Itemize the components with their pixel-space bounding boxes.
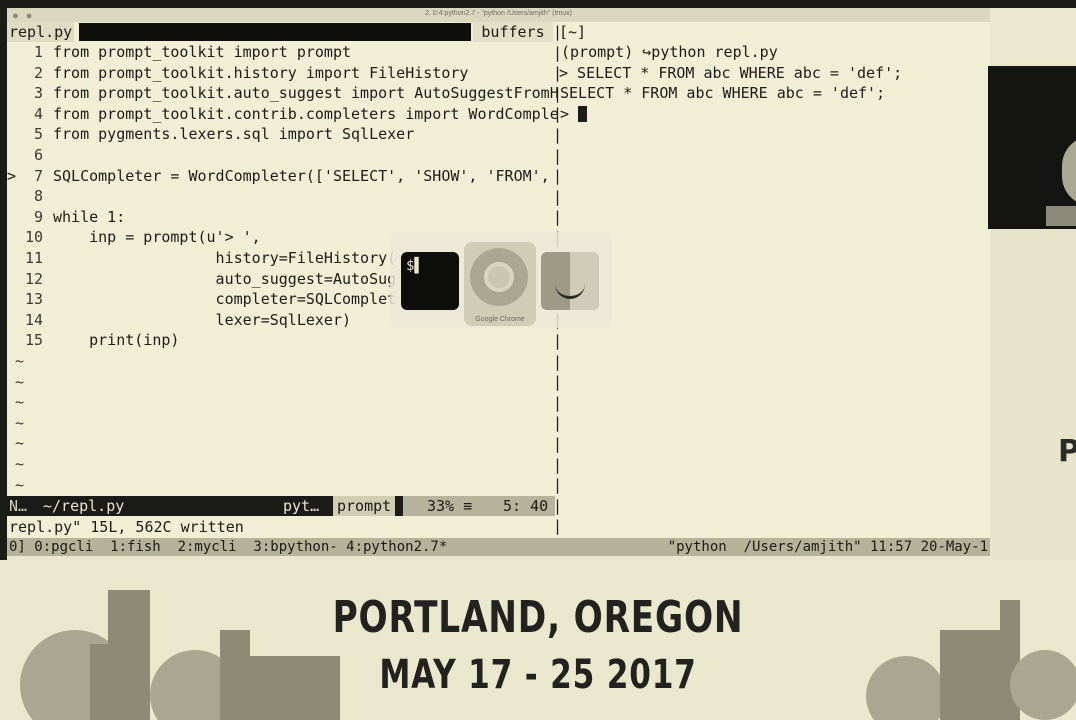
editor-command-line: repl.py" 15L, 562C written	[9, 518, 244, 536]
shell-prompt-text: >	[560, 105, 579, 123]
chrome-center-icon	[484, 262, 514, 292]
separator-glyph: |	[553, 373, 563, 392]
empty-line-tilde: ~	[15, 455, 25, 473]
conference-logo-letter: P	[1058, 434, 1076, 469]
shell-header: [~]	[559, 23, 587, 41]
screen-left-border	[0, 0, 7, 560]
terminal-app-icon[interactable]: $▌	[401, 252, 459, 310]
speaker-video-inset	[988, 66, 1076, 229]
status-cursor-position: 5: 40	[503, 497, 549, 515]
code-line[interactable]: print(inp)	[53, 330, 179, 350]
separator-glyph: |	[553, 146, 563, 165]
tmux-status-right: "python /Users/amjith" 11:57 20-May-1	[667, 539, 988, 555]
line-number: 5	[33, 125, 43, 144]
empty-line-tilde: ~	[15, 372, 25, 391]
separator-glyph: |	[553, 414, 563, 433]
tree-shape	[1010, 650, 1076, 720]
status-percent: 33% ≡	[427, 497, 473, 515]
separator-glyph: |	[553, 517, 563, 536]
tmux-window-list[interactable]: 0] 0:pgcli 1:fish 2:mycli 3:bpython- 4:p…	[9, 538, 447, 556]
shell-output-line: SELECT * FROM abc WHERE abc = 'def';	[560, 84, 886, 102]
separator-glyph: |	[553, 476, 563, 495]
status-filetype: pyt…	[283, 497, 320, 515]
code-line[interactable]: history=FileHistory(	[53, 248, 397, 268]
line-number: 13	[24, 290, 43, 309]
status-function: prompt	[333, 496, 396, 516]
tmux-statusbar: 0] 0:pgcli 1:fish 2:mycli 3:bpython- 4:p…	[7, 538, 990, 556]
speaker-desk	[1046, 206, 1076, 226]
empty-line-tilde: ~	[15, 413, 25, 432]
line-number: 8	[33, 187, 43, 206]
text-cursor	[578, 106, 588, 122]
separator-glyph: |	[553, 126, 563, 144]
building-shape	[90, 644, 112, 720]
code-line[interactable]: lexer=SqlLexer)	[53, 310, 351, 330]
empty-line-tilde: ~	[15, 475, 25, 494]
app-switcher: $▌ Google Chrome	[390, 232, 612, 328]
separator-glyph: |	[553, 332, 563, 350]
shell-prompt-line: (prompt) ↪python repl.py	[561, 43, 778, 61]
tab-repl-py[interactable]: repl.py	[7, 22, 75, 42]
empty-line-tilde: ~	[15, 352, 25, 370]
status-mode: N…	[9, 497, 28, 515]
line-number: 1	[33, 43, 43, 61]
line-number: 2	[33, 63, 43, 82]
separator-glyph: |	[553, 167, 563, 186]
line-number: 10	[24, 228, 43, 247]
status-filename: ~/repl.py	[43, 497, 125, 515]
chrome-app-icon[interactable]	[470, 248, 528, 306]
empty-line-tilde: ~	[15, 393, 25, 412]
line-number: 15	[24, 331, 43, 350]
banner-dates: MAY 17 - 25 2017	[379, 652, 697, 698]
banner-location: PORTLAND, OREGON	[332, 592, 744, 643]
finder-app-icon[interactable]	[541, 252, 599, 310]
separator-glyph: |	[553, 352, 563, 371]
line-number: 6	[33, 146, 43, 164]
current-line-marker: >	[7, 166, 17, 185]
separator-glyph: |	[553, 393, 563, 412]
line-number: 9	[33, 207, 43, 226]
code-line[interactable]: inp = prompt(u'> ',	[53, 227, 261, 247]
code-line[interactable]: while 1:	[53, 207, 125, 227]
code-line[interactable]: from prompt_toolkit import prompt	[53, 42, 351, 62]
screen-top-border	[0, 0, 1076, 8]
chrome-app-label: Google Chrome	[475, 316, 525, 323]
code-line[interactable]: from pygments.lexers.sql import SqlLexer	[53, 124, 414, 144]
status-position-block: 33% ≡ 5: 40	[403, 496, 555, 516]
editor-statusline: N… ~/repl.py pyt… prompt 33% ≡ 5: 40	[7, 496, 555, 516]
separator-glyph: |	[553, 455, 563, 474]
code-line[interactable]: from prompt_toolkit.auto_suggest import …	[53, 83, 559, 103]
finder-face-half	[570, 252, 599, 310]
separator-glyph: |	[553, 187, 563, 206]
code-line[interactable]: auto_suggest=AutoSug	[53, 269, 397, 289]
buffers-label[interactable]: buffers	[473, 22, 553, 42]
separator-glyph: |	[553, 208, 563, 227]
window-titlebar[interactable]: ● ● 2. 0:4:python2.7 - "python /Users/am…	[7, 8, 990, 23]
shell-input-line: > SELECT * FROM abc WHERE abc = 'def';	[559, 64, 903, 82]
line-number: 14	[24, 310, 43, 329]
line-number: 12	[24, 269, 43, 288]
tabline-fill	[79, 23, 471, 41]
code-line[interactable]: from prompt_toolkit.history import FileH…	[53, 63, 468, 83]
code-line[interactable]: SQLCompleter = WordCompleter(['SELECT', …	[53, 166, 550, 186]
line-number: 3	[33, 84, 43, 103]
shell-active-prompt[interactable]: >	[560, 104, 588, 124]
line-number: 11	[24, 249, 43, 267]
line-number: 4	[33, 104, 43, 123]
code-line[interactable]: from prompt_toolkit.contrib.completers i…	[53, 104, 559, 124]
terminal-glyph: $▌	[406, 258, 423, 274]
separator-glyph: |	[553, 435, 563, 453]
code-line[interactable]: completer=SQLComplet	[53, 289, 397, 309]
window-title: 2. 0:4:python2.7 - "python /Users/amjith…	[425, 10, 572, 17]
speaker-shape	[1062, 136, 1076, 206]
conference-side-panel	[990, 229, 1076, 560]
empty-line-tilde: ~	[15, 434, 25, 453]
